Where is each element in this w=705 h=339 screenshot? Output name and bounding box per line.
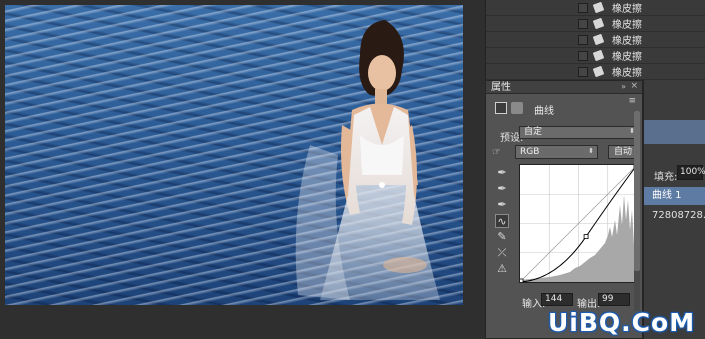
layer-row-code[interactable]: 72808728...: [644, 207, 705, 224]
eraser-icon: [592, 65, 605, 78]
layers-dock-right: 填充: 100% 曲线 1 72808728...: [643, 80, 705, 339]
channel-select[interactable]: RGB ⬍: [515, 145, 598, 159]
eyedropper-gray-icon[interactable]: ✒: [495, 182, 509, 196]
preset-select[interactable]: 自定 ⬍: [519, 126, 639, 139]
smooth-icon[interactable]: ⤫: [495, 246, 509, 260]
properties-panel: 属性 » × ≡ 曲线 预设: 自定 ⬍ ☞ RGB ⬍ 自动 ✒ ✒ ✒ ∿ …: [485, 80, 643, 339]
panel-title: 属性: [491, 82, 511, 93]
hand-icon[interactable]: ☞: [492, 147, 501, 158]
watermark-logo: UiBQ.CoM: [548, 308, 696, 337]
layer-row[interactable]: 橡皮擦: [486, 0, 705, 16]
fill-label: 填充:: [654, 172, 678, 183]
layer-row[interactable]: 橡皮擦: [486, 16, 705, 32]
eraser-icon: [592, 17, 605, 30]
layer-row[interactable]: 橡皮擦: [486, 64, 705, 80]
document-canvas-area: [0, 0, 485, 339]
canvas-image-ocean-with-woman[interactable]: [5, 5, 463, 305]
curves-adjustment-icon[interactable]: [495, 102, 507, 114]
visibility-checkbox[interactable]: [578, 2, 588, 13]
select-arrows-icon: ⬍: [588, 147, 594, 155]
clipping-warning-icon[interactable]: ⚠: [495, 262, 509, 276]
layer-name: 橡皮擦: [612, 68, 642, 79]
selected-band: [644, 120, 705, 144]
layer-name: 橡皮擦: [612, 52, 642, 63]
visibility-checkbox[interactable]: [578, 50, 588, 61]
eyedropper-white-icon[interactable]: ✒: [495, 198, 509, 212]
curve-graph[interactable]: [519, 164, 638, 283]
endpoint-black: [520, 278, 524, 282]
curve-control-point: [583, 234, 589, 239]
visibility-checkbox[interactable]: [578, 66, 588, 77]
pencil-icon[interactable]: ✎: [495, 230, 509, 244]
scrollbar-thumb[interactable]: [634, 111, 640, 271]
layer-name: 橡皮擦: [612, 4, 642, 15]
eyedropper-black-icon[interactable]: ✒: [495, 166, 509, 180]
close-icon[interactable]: ×: [630, 81, 638, 91]
woman-figure-image: [295, 20, 440, 300]
channel-value: RGB: [520, 147, 540, 157]
layers-panel: 橡皮擦 橡皮擦 橡皮擦 橡皮擦 橡皮擦: [485, 0, 705, 80]
mask-icon[interactable]: [511, 102, 523, 114]
adjustment-name: 曲线: [534, 106, 554, 117]
layer-name: 橡皮擦: [612, 20, 642, 31]
layer-row[interactable]: 橡皮擦: [486, 32, 705, 48]
visibility-checkbox[interactable]: [578, 34, 588, 45]
panel-titlebar[interactable]: 属性 » ×: [486, 81, 642, 94]
eraser-icon: [592, 49, 605, 62]
eraser-icon: [592, 33, 605, 46]
curve-edit-icon[interactable]: ∿: [495, 214, 509, 228]
visibility-checkbox[interactable]: [578, 18, 588, 29]
collapse-icon[interactable]: »: [621, 82, 626, 91]
layer-row[interactable]: 橡皮擦: [486, 48, 705, 64]
input-field[interactable]: 144: [541, 293, 573, 306]
curves-layer-row[interactable]: 曲线 1: [644, 187, 705, 205]
output-field[interactable]: 99: [598, 293, 630, 306]
panel-menu-icon[interactable]: ≡: [628, 96, 636, 106]
fill-input[interactable]: 100%: [677, 165, 705, 180]
eraser-icon: [592, 1, 605, 14]
layer-name: 橡皮擦: [612, 36, 642, 47]
preset-value: 自定: [524, 127, 543, 137]
